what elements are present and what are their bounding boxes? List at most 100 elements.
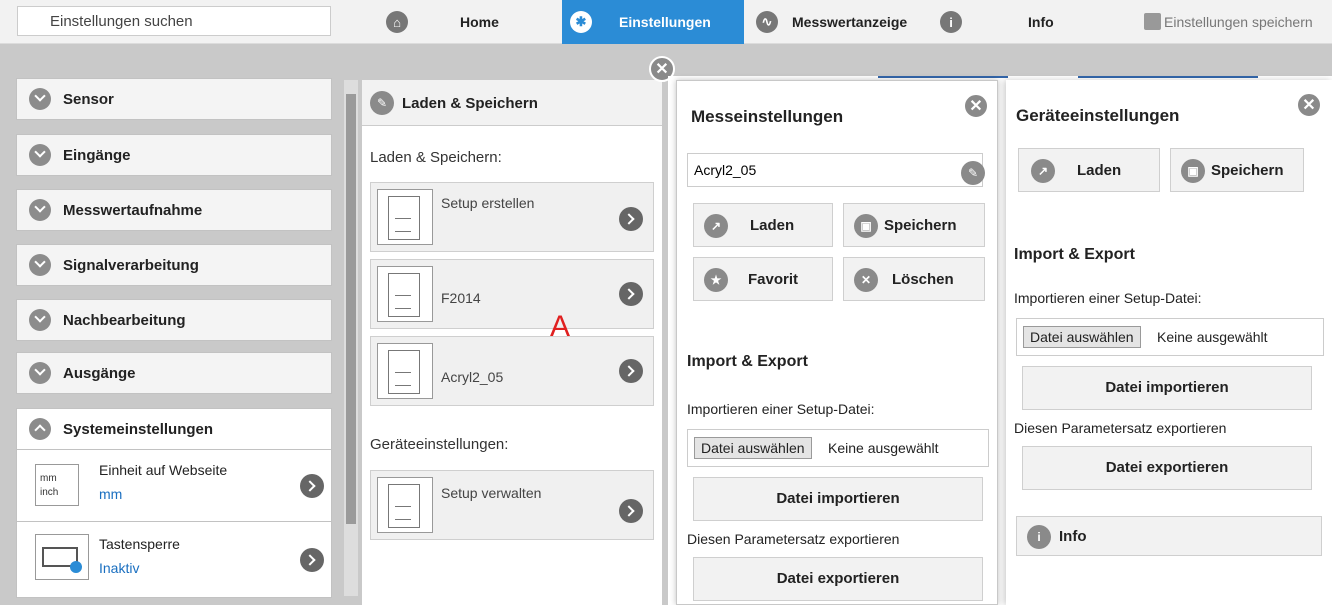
nav-save-label: Einstellungen speichern [1164, 14, 1313, 30]
card-setup-f2014[interactable]: F2014 [370, 259, 654, 329]
save-button[interactable]: ▣ Speichern [843, 203, 985, 247]
chevron-down-icon [29, 199, 51, 221]
nav-home[interactable]: ⌂ Home [378, 0, 548, 44]
unit-icon-inch: inch [40, 487, 59, 498]
setup-name-input[interactable] [687, 153, 983, 187]
nav-settings[interactable]: ✱ Einstellungen [562, 0, 744, 44]
button-label: Speichern [1211, 162, 1284, 179]
scrollbar-thumb[interactable] [346, 94, 356, 524]
choose-file-button[interactable]: Datei auswählen [694, 437, 812, 459]
load-button[interactable]: ↗ Laden [693, 203, 833, 247]
choose-file-button[interactable]: Datei auswählen [1023, 326, 1141, 348]
sidebar-item-sensor[interactable]: Sensor [16, 78, 332, 120]
chevron-down-icon [29, 309, 51, 331]
nav-settings-label: Einstellungen [619, 14, 711, 30]
file-status: Keine ausgewählt [828, 440, 939, 456]
unit-icon-mm: mm [40, 473, 57, 484]
setting-key-lock[interactable]: Tastensperre Inaktiv [16, 522, 332, 598]
button-label: Favorit [748, 271, 799, 288]
device-settings-panel: Geräteeinstellungen ✕ ↗ Laden ▣ Speichern … [1006, 80, 1332, 605]
nav-home-label: Home [460, 14, 499, 30]
chevron-up-icon [29, 418, 51, 440]
info-button[interactable]: i Info [1016, 516, 1322, 556]
lock-icon: ▣ [854, 214, 878, 238]
setting-unit-on-webpage[interactable]: mm inch Einheit auf Webseite mm [16, 450, 332, 522]
chevron-right-icon [300, 474, 324, 498]
sidebar-item-inputs[interactable]: Eingänge [16, 134, 332, 176]
pencil-icon[interactable]: ✎ [961, 161, 985, 185]
sidebar-item-outputs[interactable]: Ausgänge [16, 352, 332, 394]
delete-icon: ✕ [854, 268, 878, 292]
top-navigation-bar: ⌂ Home ✱ Einstellungen ∿ Messwertanzeige… [0, 0, 1332, 44]
chevron-right-icon [619, 282, 643, 306]
section-heading: Import & Export [1014, 246, 1135, 263]
info-icon: i [1027, 525, 1051, 549]
document-icon [377, 189, 433, 245]
export-file-button[interactable]: Datei exportieren [1022, 446, 1312, 490]
file-input[interactable]: Datei auswählen Keine ausgewählt [687, 429, 989, 467]
section-heading: Geräteeinstellungen: [370, 436, 509, 453]
chevron-right-icon [300, 548, 324, 572]
sidebar-item-label: Sensor [63, 91, 114, 108]
nav-save-settings[interactable]: Einstellungen speichern [1140, 0, 1332, 44]
export-file-button[interactable]: Datei exportieren [693, 557, 983, 601]
nav-info-label: Info [1028, 14, 1054, 30]
button-label: Löschen [892, 271, 954, 288]
sidebar-item-postprocessing[interactable]: Nachbearbeitung [16, 299, 332, 341]
card-label: F2014 [441, 290, 481, 306]
button-label: Laden [750, 217, 795, 234]
nav-measurement-label: Messwertanzeige [792, 14, 908, 30]
load-save-header: ✎ Laden & Speichern [362, 80, 662, 126]
info-icon: i [940, 11, 962, 33]
chevron-down-icon [29, 254, 51, 276]
keyboard-lock-icon [35, 534, 89, 580]
card-setup-acryl2-05[interactable]: Acryl2_05 [370, 336, 654, 406]
unit-icon: mm inch [35, 464, 79, 506]
settings-sidebar: Sensor Eingänge Messwertaufnahme Signalv… [0, 44, 344, 605]
sidebar-item-label: Ausgänge [63, 365, 136, 382]
delete-button[interactable]: ✕ Löschen [843, 257, 985, 301]
sidebar-item-signal-processing[interactable]: Signalverarbeitung [16, 244, 332, 286]
setting-label: Einheit auf Webseite [99, 462, 228, 478]
chevron-down-icon [29, 88, 51, 110]
annotation-label: A [550, 310, 571, 343]
close-icon[interactable]: ✕ [963, 93, 989, 119]
favorite-button[interactable]: ★ Favorit [693, 257, 833, 301]
import-file-button[interactable]: Datei importieren [1022, 366, 1312, 410]
card-setup-create[interactable]: Setup erstellen [370, 182, 654, 252]
document-icon [377, 343, 433, 399]
panel-title: Laden & Speichern [402, 95, 538, 112]
document-icon [377, 266, 433, 322]
save-button[interactable]: ▣ Speichern [1170, 148, 1304, 192]
sidebar-scrollbar[interactable] [344, 80, 358, 596]
sidebar-item-label: Messwertaufnahme [63, 202, 203, 219]
button-label: Info [1059, 528, 1087, 545]
close-icon[interactable]: ✕ [1296, 92, 1322, 118]
chevron-down-icon [29, 144, 51, 166]
home-icon: ⌂ [386, 11, 408, 33]
panel-title: Geräteeinstellungen [1016, 106, 1180, 125]
section-heading: Laden & Speichern: [370, 149, 502, 166]
nav-info[interactable]: i Info [932, 0, 1132, 44]
gear-icon: ✱ [570, 11, 592, 33]
sidebar-item-system-settings[interactable]: Systemeinstellungen [16, 408, 332, 450]
nav-measurement-display[interactable]: ∿ Messwertanzeige [748, 0, 928, 44]
load-button[interactable]: ↗ Laden [1018, 148, 1160, 192]
setting-value: Inaktiv [99, 560, 140, 576]
import-file-button[interactable]: Datei importieren [693, 477, 983, 521]
search-input[interactable] [17, 6, 331, 36]
file-input[interactable]: Datei auswählen Keine ausgewählt [1016, 318, 1324, 356]
chevron-right-icon [619, 359, 643, 383]
export-label: Diesen Parametersatz exportieren [1014, 420, 1227, 436]
chevron-down-icon [29, 362, 51, 384]
card-label: Acryl2_05 [441, 369, 504, 385]
load-icon: ↗ [704, 214, 728, 238]
device-settings-icon [377, 477, 433, 533]
load-icon: ↗ [1031, 159, 1055, 183]
card-setup-manage[interactable]: Setup verwalten [370, 470, 654, 540]
sidebar-item-acquisition[interactable]: Messwertaufnahme [16, 189, 332, 231]
setting-label: Tastensperre [99, 536, 180, 552]
button-label: Laden [1077, 162, 1122, 179]
sidebar-item-label: Systemeinstellungen [63, 421, 214, 438]
sidebar-item-label: Signalverarbeitung [63, 257, 199, 274]
